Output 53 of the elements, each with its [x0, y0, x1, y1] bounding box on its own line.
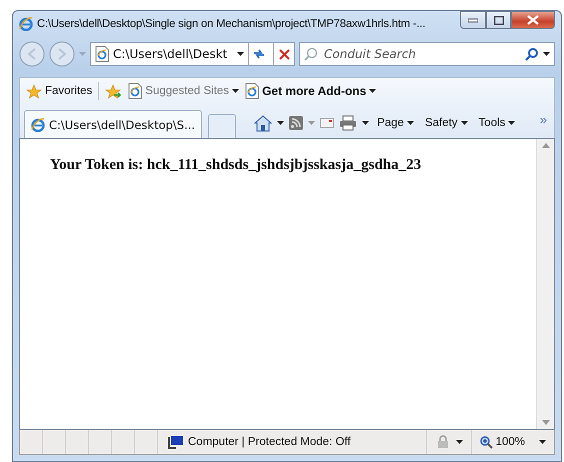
add-favorite-icon[interactable]: [105, 84, 122, 98]
refresh-icon[interactable]: [252, 48, 266, 60]
scrollbar[interactable]: [536, 139, 554, 429]
minimize-button[interactable]: [460, 11, 486, 29]
caret-icon: [79, 52, 86, 56]
caret-icon: [237, 52, 244, 56]
overflow-button[interactable]: »: [536, 112, 550, 127]
caret-icon: [543, 52, 550, 56]
favorites-bar-item[interactable]: Get more Add-ons: [245, 83, 376, 99]
menu-button[interactable]: Tools: [476, 117, 518, 129]
window-title: C:\Users\dell\Desktop\Single sign on Mechanism\project\TMP78axw1hrls.htm -...: [37, 18, 426, 30]
caret-icon: [460, 121, 468, 125]
browser-tab[interactable]: C:\Users\dell\Desktop\S...: [24, 110, 202, 138]
zoom-button[interactable]: 100%: [470, 430, 554, 454]
favorites-button[interactable]: Favorites: [26, 84, 92, 98]
caret-icon: [539, 440, 546, 444]
star-icon: [26, 84, 42, 98]
close-button[interactable]: [511, 11, 555, 29]
home-icon[interactable]: [254, 114, 272, 132]
menu-button[interactable]: Safety: [422, 117, 471, 129]
page-icon: [128, 83, 142, 99]
search-icon: [304, 47, 318, 61]
scroll-down-icon: [542, 420, 550, 425]
search-icon[interactable]: [525, 47, 539, 61]
address-field[interactable]: C:\Users\dell\Deskt: [90, 42, 295, 66]
favorites-bar-item[interactable]: Suggested Sites: [128, 83, 240, 99]
scroll-up-icon: [542, 143, 550, 148]
browser-logo-icon: [19, 17, 33, 31]
caret-icon: [308, 121, 316, 125]
caret-icon: [232, 89, 240, 93]
computer-icon: [168, 435, 184, 449]
caret-icon: [277, 121, 284, 125]
page-icon: [245, 83, 260, 99]
caret-icon: [369, 89, 376, 93]
security-zone-text: Computer | Protected Mode: Off: [188, 436, 351, 448]
caret-icon: [362, 121, 370, 125]
close-icon: [527, 15, 539, 25]
caret-icon: [508, 121, 516, 125]
page-icon: [95, 46, 109, 62]
browser-logo-icon: [31, 118, 45, 132]
caret-icon: [406, 121, 414, 125]
maximize-icon: [494, 16, 504, 24]
caret-icon: [456, 440, 463, 444]
zoom-icon: [480, 436, 493, 448]
minimize-icon: [468, 17, 478, 23]
stop-icon[interactable]: [278, 48, 290, 60]
search-field[interactable]: Conduit Search: [299, 42, 555, 66]
mail-icon[interactable]: [320, 118, 334, 128]
maximize-button[interactable]: [486, 11, 511, 29]
token-text: Your Token is: hck_111_shdsds_jshdsjbjsskasja_gsdha_23: [50, 157, 422, 174]
menu-button[interactable]: Page: [374, 117, 417, 129]
feed-icon[interactable]: [289, 116, 304, 130]
printer-icon[interactable]: [339, 115, 358, 131]
